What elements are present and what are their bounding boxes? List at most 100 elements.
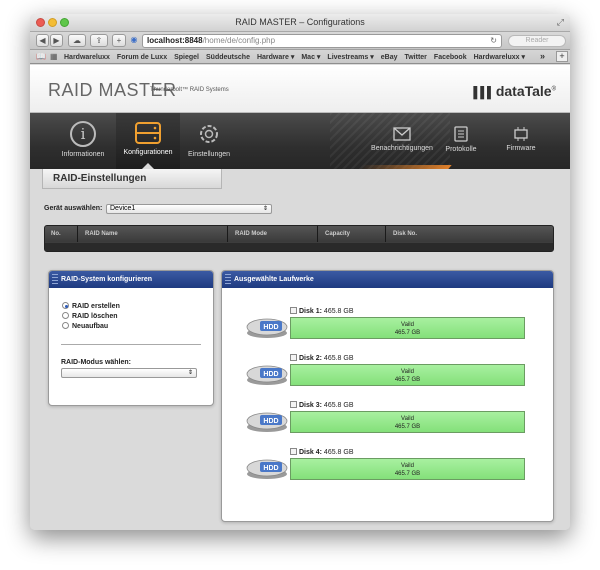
column-separator — [385, 226, 386, 242]
nav-label: Protokolle — [445, 146, 477, 153]
disk-status-bar: Vaild 465.7 GB — [290, 364, 525, 386]
globe-icon: ◉ — [130, 35, 138, 44]
bookmark-item[interactable]: Spiegel — [174, 54, 199, 61]
column-header: No. — [51, 231, 61, 237]
device-select-value: Device1 — [110, 205, 136, 212]
radio-button[interactable] — [62, 322, 69, 329]
book-icon[interactable]: 📖 — [36, 52, 46, 61]
disk-size: 465.8 GB — [323, 449, 354, 456]
disk-checkbox-row[interactable]: Disk 4: 465.8 GB — [290, 448, 354, 456]
bookmark-item[interactable]: Facebook — [434, 54, 467, 61]
company-logo: ▌▌▌ dataTale® — [473, 83, 556, 99]
address-bar[interactable]: localhost:8848/home/de/config.php ↻ — [142, 34, 502, 48]
icloud-icon[interactable]: ☁ — [68, 34, 86, 47]
disk-checkbox[interactable] — [290, 354, 297, 361]
nav-label: Konfigurationen — [123, 149, 173, 156]
device-select[interactable]: Device1 ⇕ — [106, 204, 272, 214]
raid-table: No. RAID Name RAID Mode Capacity Disk No… — [44, 225, 554, 252]
column-header: Capacity — [325, 231, 351, 237]
hdd-icon: HDD — [246, 365, 288, 385]
raid-mode-label: RAID-Modus wählen: — [61, 359, 131, 366]
selected-drives-panel: Ausgewählte Laufwerke HDD Disk 1: 465.8 … — [221, 270, 554, 522]
column-header: RAID Name — [85, 231, 118, 237]
radio-button[interactable] — [62, 312, 69, 319]
hdd-badge: HDD — [263, 371, 278, 378]
bookmark-item[interactable]: Twitter — [404, 54, 426, 61]
mail-icon — [393, 127, 411, 141]
disk-status-bar: Vaild 465.7 GB — [290, 317, 525, 339]
top-sites-icon[interactable]: ▦ — [50, 52, 58, 61]
grip-icon — [225, 274, 231, 285]
radio-raid-loeschen[interactable]: RAID löschen — [62, 312, 118, 320]
nav-label: Firmware — [506, 145, 536, 152]
bookmark-item[interactable]: Forum de Luxx — [117, 54, 167, 61]
nav-item-informationen[interactable]: i Informationen — [52, 113, 114, 169]
disk-checkbox[interactable] — [290, 401, 297, 408]
select-arrows-icon: ⇕ — [187, 370, 193, 376]
disk-name: Disk 3: — [299, 402, 322, 409]
share-icon[interactable]: ⇪ — [90, 34, 108, 47]
device-label: Gerät auswählen: — [44, 205, 103, 212]
column-header: Disk No. — [393, 231, 418, 237]
bookmark-item[interactable]: Mac ▾ — [301, 54, 320, 61]
disk-capacity: 465.7 GB — [394, 471, 421, 477]
reader-button[interactable]: Reader — [508, 35, 566, 47]
title-bar: RAID MASTER – Configurations ⤢ — [30, 14, 570, 32]
nav-item-konfigurationen[interactable]: Konfigurationen — [116, 113, 180, 169]
bookmark-item[interactable]: Hardwareluxx — [64, 54, 110, 61]
nav-item-einstellungen[interactable]: Einstellungen — [180, 113, 238, 169]
grip-icon — [52, 274, 58, 285]
add-bookmark-button[interactable]: + — [556, 51, 568, 62]
bookmark-item[interactable]: Livestreams ▾ — [327, 54, 373, 61]
bookmark-item[interactable]: Hardware ▾ — [257, 54, 294, 61]
raid-mode-select[interactable]: ⇕ — [61, 368, 197, 378]
disk-size: 465.8 GB — [323, 308, 354, 315]
nav-label: Informationen — [61, 151, 105, 158]
disk-status-bar: Vaild 465.7 GB — [290, 411, 525, 433]
column-separator — [227, 226, 228, 242]
fullscreen-icon[interactable]: ⤢ — [557, 17, 564, 28]
nav-label: Einstellungen — [187, 151, 231, 158]
back-button[interactable]: ◀ — [36, 34, 49, 47]
brand-subtitle: Thunderbolt™ RAID Systems — [150, 87, 229, 93]
bookmark-item[interactable]: eBay — [381, 54, 398, 61]
disk-status-bar: Vaild 465.7 GB — [290, 458, 525, 480]
hdd-badge: HDD — [263, 324, 278, 331]
nav-item-firmware[interactable]: Firmware — [498, 113, 544, 169]
disk-status: Vaild — [401, 463, 414, 469]
disk-name: Disk 1: — [299, 308, 322, 315]
select-arrows-icon: ⇕ — [262, 206, 268, 212]
forward-button[interactable]: ▶ — [50, 34, 63, 47]
url-path: /home/de/config.php — [202, 36, 276, 45]
disk-checkbox-row[interactable]: Disk 3: 465.8 GB — [290, 401, 354, 409]
disk-size: 465.8 GB — [323, 355, 354, 362]
column-separator — [317, 226, 318, 242]
reload-icon[interactable]: ↻ — [490, 35, 497, 47]
info-icon: i — [70, 121, 96, 147]
raid-config-panel: RAID-System konfigurieren RAID erstellen… — [48, 270, 214, 406]
nav-item-benachrichtigungen[interactable]: Benachrichtigungen — [368, 113, 436, 169]
disk-status: Vaild — [401, 416, 414, 422]
bookmark-item[interactable]: Süddeutsche — [206, 54, 250, 61]
radio-raid-erstellen[interactable]: RAID erstellen — [62, 302, 120, 310]
nav-item-protokolle[interactable]: Protokolle — [438, 113, 484, 169]
radio-label: Neuaufbau — [72, 323, 109, 330]
logo-text: dataTale — [495, 83, 552, 99]
panel-title: RAID-System konfigurieren — [61, 276, 153, 283]
logo-bars-icon: ▌▌▌ — [473, 87, 494, 99]
panel-header: Ausgewählte Laufwerke — [222, 271, 553, 288]
bookmark-item[interactable]: Hardwareluxx ▾ — [474, 54, 525, 61]
column-header: RAID Mode — [235, 231, 267, 237]
disk-checkbox[interactable] — [290, 448, 297, 455]
disk-checkbox[interactable] — [290, 307, 297, 314]
radio-button[interactable] — [62, 302, 69, 309]
url-host: localhost:8848 — [147, 36, 203, 45]
logo-mark: ® — [551, 86, 556, 93]
radio-label: RAID erstellen — [72, 303, 120, 310]
new-tab-button[interactable]: + — [112, 34, 126, 47]
radio-label: RAID löschen — [72, 313, 118, 320]
radio-neuaufbau[interactable]: Neuaufbau — [62, 322, 108, 330]
disk-checkbox-row[interactable]: Disk 2: 465.8 GB — [290, 354, 354, 362]
disk-checkbox-row[interactable]: Disk 1: 465.8 GB — [290, 307, 354, 315]
bookmarks-overflow-icon[interactable]: » — [540, 51, 545, 61]
